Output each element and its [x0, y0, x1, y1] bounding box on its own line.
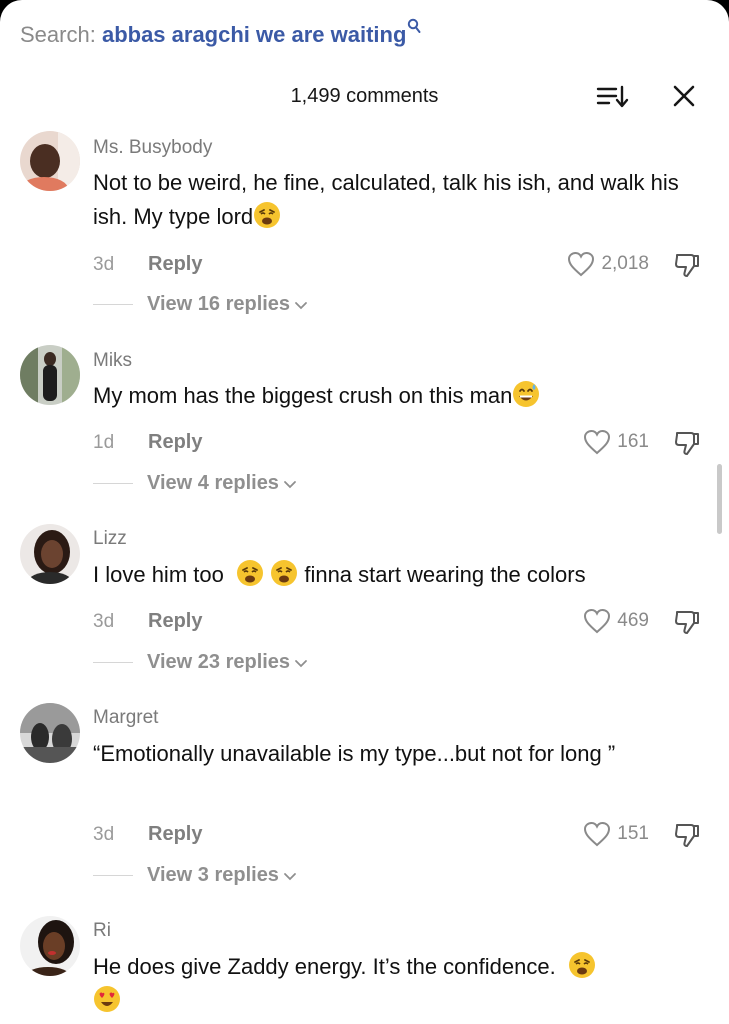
- comment-author[interactable]: Margret: [93, 707, 158, 729]
- search-query[interactable]: abbas aragchi we are waiting: [102, 22, 406, 47]
- view-replies-label: View 3 replies: [147, 864, 279, 886]
- avatar[interactable]: [20, 916, 80, 976]
- comment-author[interactable]: Lizz: [93, 528, 127, 550]
- view-replies-label: View 23 replies: [147, 651, 291, 673]
- weary-face-icon: [237, 560, 264, 586]
- weary-face-icon: [568, 952, 595, 978]
- view-replies-label: View 16 replies: [147, 293, 291, 315]
- comment-age: 1d: [93, 432, 115, 453]
- divider: [93, 875, 133, 876]
- reply-button[interactable]: Reply: [148, 823, 202, 846]
- like-button[interactable]: 151: [583, 821, 649, 847]
- comment-text: Not to be weird, he fine, calculated, ta…: [93, 166, 713, 234]
- like-button[interactable]: 469: [583, 608, 649, 634]
- close-icon[interactable]: [671, 83, 697, 109]
- view-replies-button[interactable]: View 16 replies: [93, 293, 308, 316]
- comment-age: 3d: [93, 824, 115, 845]
- reply-button[interactable]: Reply: [148, 610, 202, 633]
- search-prefix: Search:: [20, 22, 96, 47]
- search-suggestion[interactable]: Search: abbas aragchi we are waiting: [20, 18, 421, 48]
- grinning-sweat-face-icon: [513, 381, 540, 407]
- like-button[interactable]: 161: [583, 429, 649, 455]
- reply-button[interactable]: Reply: [148, 431, 202, 454]
- like-count: 2,018: [601, 253, 649, 274]
- comment-text: He does give Zaddy energy. It’s the conf…: [93, 950, 713, 1018]
- weary-face-icon: [254, 202, 281, 228]
- comment-body: He does give Zaddy energy. It’s the conf…: [93, 954, 556, 979]
- comment-body-start: I love him too: [93, 562, 224, 587]
- avatar[interactable]: [20, 345, 80, 405]
- divider: [93, 483, 133, 484]
- view-replies-button[interactable]: View 23 replies: [93, 651, 308, 674]
- search-icon: [408, 18, 421, 33]
- avatar[interactable]: [20, 524, 80, 584]
- heart-eyes-face-icon: [94, 986, 120, 1012]
- heart-icon: [584, 429, 611, 455]
- comment-author[interactable]: Ms. Busybody: [93, 137, 212, 159]
- avatar[interactable]: [20, 131, 80, 191]
- chevron-down-icon: [284, 872, 296, 880]
- comment-text: “Emotionally unavailable is my type...bu…: [93, 741, 616, 766]
- divider: [93, 662, 133, 663]
- reply-button[interactable]: Reply: [148, 253, 202, 276]
- like-count: 151: [617, 823, 649, 844]
- comment-body: Not to be weird, he fine, calculated, ta…: [93, 170, 679, 229]
- scrollbar[interactable]: [717, 464, 722, 534]
- chevron-down-icon: [295, 659, 307, 667]
- heart-icon: [568, 251, 595, 277]
- comment-body: My mom has the biggest crush on this man: [93, 383, 513, 408]
- view-replies-label: View 4 replies: [147, 472, 279, 494]
- comment-age: 3d: [93, 254, 115, 275]
- comment-age: 3d: [93, 611, 115, 632]
- comment-text: My mom has the biggest crush on this man: [93, 379, 713, 413]
- comment-author[interactable]: Miks: [93, 350, 132, 372]
- thumbs-down-icon[interactable]: [672, 820, 702, 850]
- sort-icon[interactable]: [596, 84, 630, 110]
- avatar[interactable]: [20, 703, 80, 763]
- heart-icon: [584, 821, 611, 847]
- thumbs-down-icon[interactable]: [672, 250, 702, 280]
- comments-sheet: Search: abbas aragchi we are waiting 1,4…: [0, 0, 729, 1024]
- like-button[interactable]: 2,018: [567, 251, 649, 277]
- like-count: 469: [617, 610, 649, 631]
- comment-author[interactable]: Ri: [93, 920, 111, 942]
- weary-face-icon: [271, 560, 298, 586]
- chevron-down-icon: [295, 301, 307, 309]
- comment-text: I love him too finna start wearing the c…: [93, 558, 713, 592]
- comments-header: 1,499 comments: [0, 80, 729, 114]
- view-replies-button[interactable]: View 3 replies: [93, 864, 297, 887]
- view-replies-button[interactable]: View 4 replies: [93, 472, 297, 495]
- thumbs-down-icon[interactable]: [672, 607, 702, 637]
- like-count: 161: [617, 431, 649, 452]
- thumbs-down-icon[interactable]: [672, 428, 702, 458]
- heart-icon: [584, 608, 611, 634]
- comment-body-end: finna start wearing the colors: [304, 562, 586, 587]
- chevron-down-icon: [284, 480, 296, 488]
- divider: [93, 304, 133, 305]
